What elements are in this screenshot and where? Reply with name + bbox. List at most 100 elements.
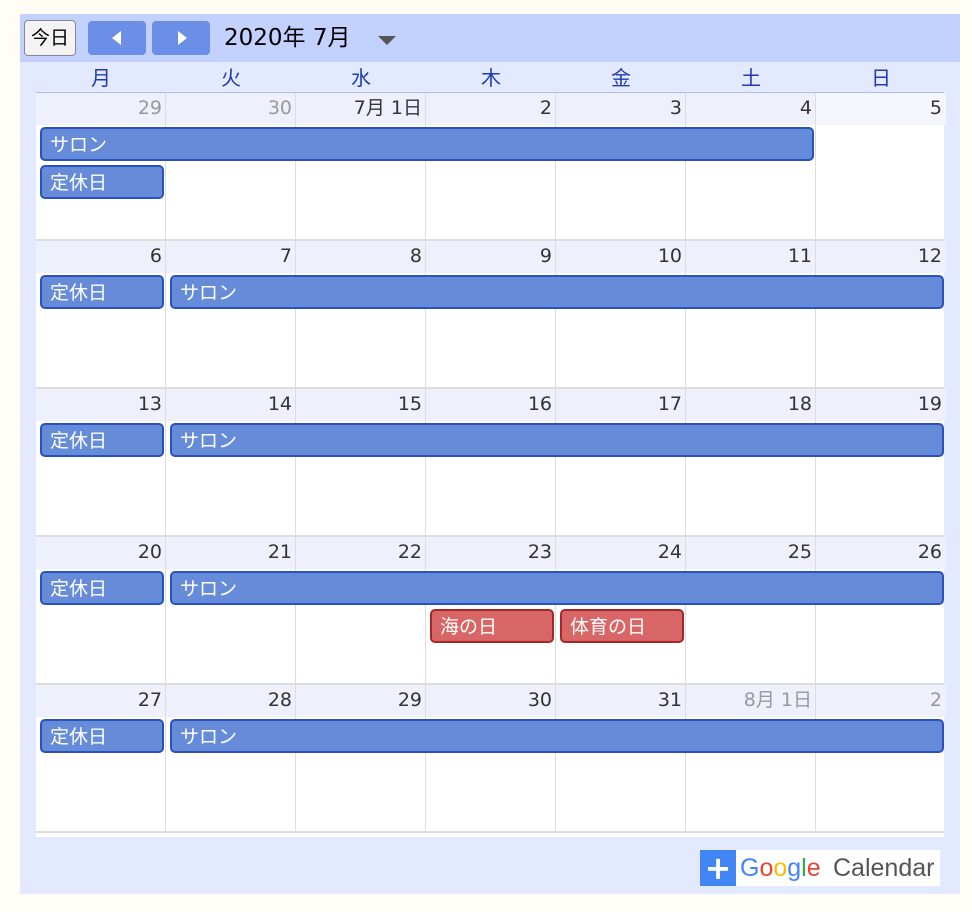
day-divider <box>685 685 686 831</box>
calendar-widget: 今日 2020年 7月 月 火 水 木 金 土 日 29 30 7月 1日 2 3 4 5 6… <box>20 14 960 894</box>
plus-icon: + <box>700 850 736 886</box>
weekday-fri: 金 <box>611 66 631 90</box>
day-divider <box>295 241 296 387</box>
day-number[interactable]: 27 <box>36 685 166 715</box>
month-title: 2020年 7月 <box>224 25 351 51</box>
calendar-event[interactable]: 定休日 <box>40 571 164 605</box>
day-divider <box>815 389 816 535</box>
day-divider <box>165 241 166 387</box>
day-divider <box>815 537 816 683</box>
day-number[interactable]: 17 <box>556 389 686 419</box>
week-row: 29 30 7月 1日 2 3 4 5 <box>36 93 946 241</box>
day-number[interactable]: 22 <box>296 537 426 567</box>
week-row: 13 14 15 16 17 18 19 <box>36 389 946 537</box>
day-number[interactable]: 28 <box>166 685 296 715</box>
day-divider <box>555 389 556 535</box>
day-number[interactable]: 2 <box>426 93 556 123</box>
day-divider <box>165 389 166 535</box>
day-number[interactable]: 18 <box>686 389 816 419</box>
day-number[interactable]: 29 <box>36 93 166 123</box>
day-divider <box>425 389 426 535</box>
day-divider <box>165 685 166 831</box>
day-divider <box>555 241 556 387</box>
prev-month-button[interactable] <box>88 21 146 55</box>
day-divider <box>295 389 296 535</box>
day-number[interactable]: 11 <box>686 241 816 271</box>
day-divider <box>165 537 166 683</box>
day-number[interactable]: 15 <box>296 389 426 419</box>
day-number[interactable]: 16 <box>426 389 556 419</box>
calendar-wordmark: Calendar <box>833 854 935 882</box>
calendar-event[interactable]: 定休日 <box>40 165 164 199</box>
weekday-sun: 日 <box>871 66 891 90</box>
day-number[interactable]: 23 <box>426 537 556 567</box>
google-calendar-badge[interactable]: + Google Calendar <box>700 850 940 886</box>
weekday-tue: 火 <box>221 66 241 90</box>
day-number[interactable]: 9 <box>426 241 556 271</box>
next-month-button[interactable] <box>152 21 210 55</box>
calendar-event[interactable]: サロン <box>170 719 944 753</box>
day-number[interactable]: 8 <box>296 241 426 271</box>
day-divider <box>425 241 426 387</box>
day-divider <box>685 241 686 387</box>
day-number[interactable]: 13 <box>36 389 166 419</box>
day-divider <box>425 537 426 683</box>
day-divider <box>425 685 426 831</box>
weekday-thu: 木 <box>481 66 501 90</box>
day-divider <box>425 93 426 239</box>
day-number[interactable]: 10 <box>556 241 686 271</box>
calendar-event[interactable]: サロン <box>170 423 944 457</box>
weekday-sat: 土 <box>741 66 761 90</box>
day-number[interactable]: 5 <box>816 93 946 123</box>
day-divider <box>685 93 686 239</box>
day-divider <box>295 93 296 239</box>
day-divider <box>685 537 686 683</box>
calendar-event[interactable]: 定休日 <box>40 423 164 457</box>
day-divider <box>685 389 686 535</box>
day-divider <box>815 685 816 831</box>
calendar-event[interactable]: サロン <box>170 275 944 309</box>
calendar-event[interactable]: サロン <box>40 127 814 161</box>
weekday-wed: 水 <box>351 66 371 90</box>
day-number[interactable]: 21 <box>166 537 296 567</box>
day-number[interactable]: 31 <box>556 685 686 715</box>
day-number[interactable]: 12 <box>816 241 946 271</box>
day-number[interactable]: 30 <box>426 685 556 715</box>
week-row: 6 7 8 9 10 11 12 <box>36 241 946 389</box>
calendar-toolbar: 今日 2020年 7月 <box>20 14 960 62</box>
day-number[interactable]: 3 <box>556 93 686 123</box>
day-number[interactable]: 7月 1日 <box>296 93 426 123</box>
calendar-event[interactable]: 定休日 <box>40 719 164 753</box>
calendar-event[interactable]: 海の日 <box>430 609 554 643</box>
chevron-right-icon <box>178 31 187 45</box>
calendar-event[interactable]: 定休日 <box>40 275 164 309</box>
day-number[interactable]: 2 <box>816 685 946 715</box>
day-number[interactable]: 20 <box>36 537 166 567</box>
day-number[interactable]: 8月 1日 <box>686 685 816 715</box>
day-number[interactable]: 29 <box>296 685 426 715</box>
day-number[interactable]: 7 <box>166 241 296 271</box>
day-number[interactable]: 26 <box>816 537 946 567</box>
today-button[interactable]: 今日 <box>24 20 76 56</box>
day-divider <box>295 537 296 683</box>
day-divider <box>815 241 816 387</box>
day-divider <box>165 93 166 239</box>
caret-down-icon[interactable] <box>378 36 396 45</box>
day-number[interactable]: 24 <box>556 537 686 567</box>
day-divider <box>555 537 556 683</box>
day-number[interactable]: 4 <box>686 93 816 123</box>
calendar-event[interactable]: サロン <box>170 571 944 605</box>
day-number[interactable]: 25 <box>686 537 816 567</box>
month-grid: 29 30 7月 1日 2 3 4 5 6 7 8 9 10 11 12 13 14 15 16 17 18 19 20 2… <box>36 93 946 837</box>
day-divider <box>555 93 556 239</box>
calendar-event[interactable]: 体育の日 <box>560 609 684 643</box>
chevron-left-icon <box>112 31 121 45</box>
weekday-header: 月 火 水 木 金 土 日 <box>36 62 944 93</box>
day-divider <box>815 93 816 239</box>
day-number[interactable]: 6 <box>36 241 166 271</box>
google-logo: Google <box>740 854 821 882</box>
day-number[interactable]: 19 <box>816 389 946 419</box>
day-number[interactable]: 14 <box>166 389 296 419</box>
day-divider <box>555 685 556 831</box>
day-number[interactable]: 30 <box>166 93 296 123</box>
